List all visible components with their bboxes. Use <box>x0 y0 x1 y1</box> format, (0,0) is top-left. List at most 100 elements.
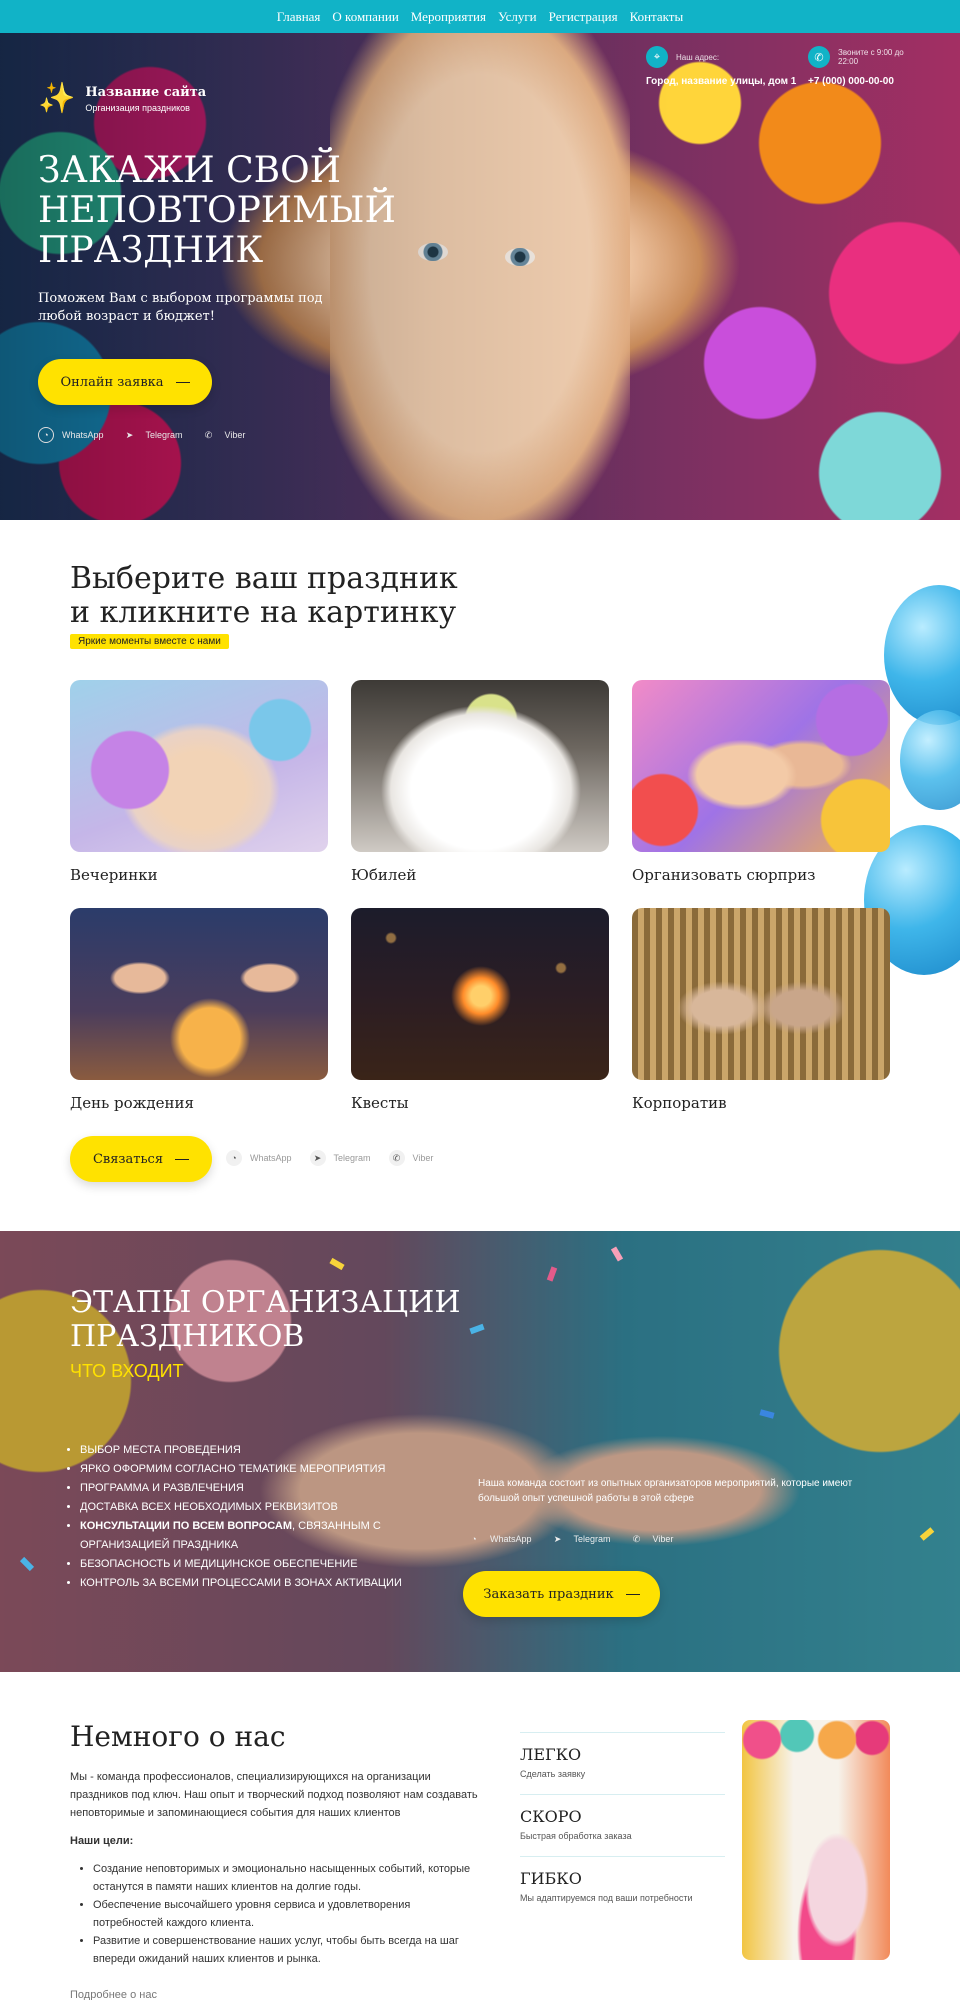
feature-desc: Мы адаптируемся под ваши потребности <box>520 1893 693 1903</box>
site-logo[interactable]: ✨ Название сайта Организация праздников <box>38 81 206 116</box>
nav-registration[interactable]: Регистрация <box>549 9 618 25</box>
online-request-label: Онлайн заявка <box>60 374 164 390</box>
telegram-link[interactable]: ➤ Telegram <box>122 427 183 443</box>
stage-item: ДОСТАВКА ВСЕХ НЕОБХОДИМЫХ РЕКВИЗИТОВ <box>80 1498 420 1517</box>
feature-easy: ЛЕГКО Сделать заявку <box>520 1732 725 1779</box>
choose-title-line2: и кликните на картинку <box>70 595 457 630</box>
team-description: Наша команда состоит из опытных организа… <box>478 1478 853 1504</box>
viber-link[interactable]: ✆ Viber <box>629 1531 674 1547</box>
parties-image <box>70 680 328 852</box>
whatsapp-icon: ◔ <box>471 1534 477 1544</box>
telegram-icon: ➤ <box>309 1150 326 1166</box>
whatsapp-label: WhatsApp <box>490 1534 532 1544</box>
viber-label: Viber <box>412 1153 434 1163</box>
whatsapp-icon: ◔ <box>38 427 54 443</box>
feature-desc: Сделать заявку <box>520 1769 586 1779</box>
feature-desc: Быстрая обработка заказа <box>520 1831 632 1841</box>
stages-includes: ЧТО ВХОДИТ <box>70 1361 184 1381</box>
about-title: Немного о нас <box>70 1720 286 1753</box>
whatsapp-link[interactable]: ◔ WhatsApp <box>226 1150 292 1166</box>
quests-image <box>351 908 609 1080</box>
goals-title: Наши цели: <box>70 1835 134 1847</box>
top-navigation: Главная О компании Мероприятия Услуги Ре… <box>0 0 960 33</box>
anniversary-image <box>351 680 609 852</box>
viber-link[interactable]: ✆ Viber <box>201 427 246 443</box>
stage-item: КОНСУЛЬТАЦИИ ПО ВСЕМ ВОПРОСАМ, СВЯЗАННЫМ… <box>80 1517 420 1555</box>
viber-icon: ✆ <box>388 1150 405 1166</box>
phone-icon: ✆ <box>808 46 830 68</box>
stage-item: БЕЗОПАСНОСТЬ И МЕДИЦИНСКОЕ ОБЕСПЕЧЕНИЕ <box>80 1555 420 1574</box>
feature-title: ГИБКО <box>520 1869 582 1888</box>
stages-social-links: ◔ WhatsApp ➤ Telegram ✆ Viber <box>466 1531 673 1547</box>
blue-balloon <box>900 710 960 810</box>
stage-item-bold: КОНСУЛЬТАЦИИ ПО ВСЕМ ВОПРОСАМ <box>80 1520 293 1532</box>
about-text: Мы - команда профессионалов, специализир… <box>70 1771 478 1819</box>
nav-events[interactable]: Мероприятия <box>411 9 486 25</box>
blue-balloon <box>884 585 960 725</box>
stages-title: ЭТАПЫ ОРГАНИЗАЦИИ ПРАЗДНИКОВ <box>70 1285 461 1354</box>
hero-subtitle: Поможем Вам с выбором программы под любо… <box>38 291 323 324</box>
whatsapp-link[interactable]: ◔ WhatsApp <box>466 1531 532 1547</box>
stage-item: ВЫБОР МЕСТА ПРОВЕДЕНИЯ <box>80 1441 420 1460</box>
telegram-label: Telegram <box>333 1153 371 1163</box>
phone-value[interactable]: +7 (000) 000-00-00 <box>808 76 908 87</box>
hero-social-links: ◔ WhatsApp ➤ Telegram ✆ Viber <box>38 427 245 443</box>
telegram-icon: ➤ <box>125 429 134 440</box>
address-value: Город, название улицы, дом 1 <box>646 76 797 87</box>
telegram-label: Telegram <box>145 430 183 440</box>
confetti-icon: ✨ <box>38 82 76 115</box>
nav-home[interactable]: Главная <box>277 9 321 25</box>
nav-contacts[interactable]: Контакты <box>630 9 684 25</box>
card-corporate[interactable]: Корпоратив <box>632 908 890 1112</box>
goal-item: Развитие и совершенствование наших услуг… <box>93 1932 483 1968</box>
corporate-image <box>632 908 890 1080</box>
address-block: ⌖ Наш адрес: Город, название улицы, дом 1 <box>646 46 796 87</box>
stage-item: КОНТРОЛЬ ЗА ВСЕМИ ПРОЦЕССАМИ В ЗОНАХ АКТ… <box>80 1574 420 1593</box>
order-holiday-label: Заказать праздник <box>483 1586 614 1602</box>
card-birthday[interactable]: День рождения <box>70 908 328 1112</box>
order-holiday-button[interactable]: Заказать праздник <box>463 1571 660 1617</box>
nav-services[interactable]: Услуги <box>498 9 537 25</box>
viber-icon: ✆ <box>632 1533 641 1544</box>
site-title: Название сайта <box>85 84 207 100</box>
telegram-icon: ➤ <box>553 1533 562 1544</box>
stage-item: ЯРКО ОФОРМИМ СОГЛАСНО ТЕМАТИКЕ МЕРОПРИЯТ… <box>80 1460 420 1479</box>
stage-item: ПРОГРАММА И РАЗВЛЕЧЕНИЯ <box>80 1479 420 1498</box>
card-parties[interactable]: Вечеринки <box>70 680 328 884</box>
contact-button-label: Связаться <box>92 1151 164 1167</box>
online-request-button[interactable]: Онлайн заявка <box>38 359 212 405</box>
viber-label: Viber <box>224 430 246 440</box>
choose-title: Выберите ваш праздник и кликните на карт… <box>70 562 458 630</box>
site-subtitle: Организация праздников <box>85 102 190 113</box>
telegram-link[interactable]: ➤ Telegram <box>309 1150 371 1166</box>
dash-icon <box>175 1158 190 1160</box>
viber-label: Viber <box>652 1534 674 1544</box>
more-about-link[interactable]: Подробнее о нас <box>70 1986 157 2000</box>
about-decor-image <box>742 1720 890 1960</box>
goal-item: Обеспечение высочайшего уровня сервиса и… <box>93 1896 483 1932</box>
stages-list: ВЫБОР МЕСТА ПРОВЕДЕНИЯ ЯРКО ОФОРМИМ СОГЛ… <box>80 1441 420 1593</box>
telegram-link[interactable]: ➤ Telegram <box>550 1531 611 1547</box>
birthday-image <box>70 908 328 1080</box>
contact-button[interactable]: Связаться <box>70 1136 212 1182</box>
viber-link[interactable]: ✆ Viber <box>388 1150 434 1166</box>
nav-about[interactable]: О компании <box>332 9 398 25</box>
card-anniversary[interactable]: Юбилей <box>351 680 609 884</box>
card-caption: Организовать сюрприз <box>632 866 816 884</box>
telegram-label: Telegram <box>573 1534 611 1544</box>
feature-fast: СКОРО Быстрая обработка заказа <box>520 1794 725 1841</box>
phone-label: Звоните с 9:00 до 22:00 <box>838 48 904 66</box>
surprise-image <box>632 680 890 852</box>
card-caption: День рождения <box>70 1094 195 1112</box>
goals-list: Создание неповторимых и эмоционально нас… <box>93 1860 483 1968</box>
card-surprise[interactable]: Организовать сюрприз <box>632 680 890 884</box>
stages-section: ЭТАПЫ ОРГАНИЗАЦИИ ПРАЗДНИКОВ ЧТО ВХОДИТ … <box>0 1231 960 1672</box>
choose-title-line1: Выберите ваш праздник <box>70 561 458 596</box>
card-quests[interactable]: Квесты <box>351 908 609 1112</box>
goal-item: Создание неповторимых и эмоционально нас… <box>93 1860 483 1896</box>
location-icon: ⌖ <box>646 46 668 68</box>
card-caption: Квесты <box>351 1094 409 1112</box>
whatsapp-link[interactable]: ◔ WhatsApp <box>38 427 104 443</box>
card-caption: Корпоратив <box>632 1094 727 1112</box>
whatsapp-label: WhatsApp <box>62 430 104 440</box>
